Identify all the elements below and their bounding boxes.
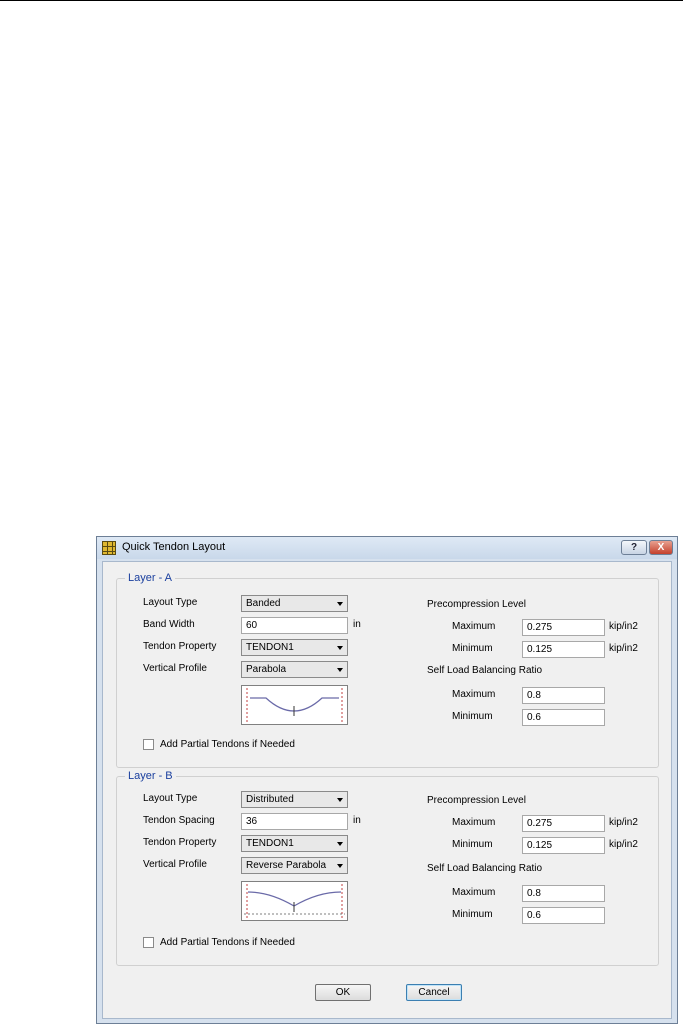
- layer-b-vertical-profile-value: Reverse Parabola: [246, 860, 327, 871]
- layer-b-self-min-label: Minimum: [452, 909, 493, 920]
- layer-a-self-load-label: Self Load Balancing Ratio: [427, 665, 543, 676]
- layer-a-self-max-label: Maximum: [452, 689, 496, 700]
- layer-a-band-width-unit: in: [353, 619, 361, 630]
- close-button[interactable]: X: [649, 540, 673, 555]
- layer-b-precompression-label: Precompression Level: [427, 795, 526, 806]
- layer-b-precomp-max-unit: kip/in2: [609, 817, 638, 828]
- layer-b-tendon-spacing-unit: in: [353, 815, 361, 826]
- help-button[interactable]: ?: [621, 540, 647, 555]
- layer-a-legend: Layer - A: [125, 572, 176, 584]
- layer-b-group: Layer - B Layout Type Distributed Tendon…: [116, 770, 659, 966]
- dialog-client-area: Layer - A Layout Type Banded Band Width …: [102, 561, 672, 1019]
- layer-b-self-min-input[interactable]: 0.6: [522, 907, 605, 924]
- layer-b-tendon-property-select[interactable]: TENDON1: [241, 835, 348, 852]
- layer-b-tendon-property-value: TENDON1: [246, 838, 294, 849]
- layer-b-self-load-label: Self Load Balancing Ratio: [427, 863, 543, 874]
- chevron-down-icon: [337, 864, 343, 868]
- layer-a-layout-type-select[interactable]: Banded: [241, 595, 348, 612]
- layer-a-vertical-profile-select[interactable]: Parabola: [241, 661, 348, 678]
- chevron-down-icon: [337, 646, 343, 650]
- layer-a-self-max-input[interactable]: 0.8: [522, 687, 605, 704]
- layer-b-layout-type-value: Distributed: [246, 794, 294, 805]
- layer-a-precomp-min-label: Minimum: [452, 643, 493, 654]
- layer-a-precomp-max-input[interactable]: 0.275: [522, 619, 605, 636]
- parabola-profile-icon: [246, 688, 343, 722]
- layer-a-group: Layer - A Layout Type Banded Band Width …: [116, 572, 659, 768]
- layer-a-partial-tendons-checkbox[interactable]: [143, 739, 154, 750]
- layer-b-precomp-min-input[interactable]: 0.125: [522, 837, 605, 854]
- layer-a-vertical-profile-label: Vertical Profile: [143, 663, 207, 674]
- layer-a-band-width-input[interactable]: 60: [241, 617, 348, 634]
- layer-a-tendon-property-label: Tendon Property: [143, 641, 217, 652]
- window-title: Quick Tendon Layout: [122, 541, 226, 553]
- layer-b-vertical-profile-select[interactable]: Reverse Parabola: [241, 857, 348, 874]
- layer-a-precomp-min-unit: kip/in2: [609, 643, 638, 654]
- layer-b-vertical-profile-label: Vertical Profile: [143, 859, 207, 870]
- page-top-rule: [0, 0, 683, 1]
- layer-a-tendon-property-value: TENDON1: [246, 642, 294, 653]
- quick-tendon-layout-dialog: Quick Tendon Layout ? X Layer - A Layout…: [96, 536, 678, 1024]
- layer-b-partial-tendons-checkbox[interactable]: [143, 937, 154, 948]
- layer-a-self-min-label: Minimum: [452, 711, 493, 722]
- layer-a-precomp-max-label: Maximum: [452, 621, 496, 632]
- cancel-button[interactable]: Cancel: [406, 984, 462, 1001]
- layer-b-precomp-min-unit: kip/in2: [609, 839, 638, 850]
- layer-b-tendon-spacing-label: Tendon Spacing: [143, 815, 215, 826]
- layer-b-layout-type-label: Layout Type: [143, 793, 198, 804]
- reverse-parabola-profile-icon: [244, 884, 345, 918]
- layer-b-precomp-max-input[interactable]: 0.275: [522, 815, 605, 832]
- layer-a-vertical-profile-value: Parabola: [246, 664, 287, 675]
- layer-b-legend: Layer - B: [125, 770, 176, 782]
- layer-b-partial-tendons-label: Add Partial Tendons if Needed: [160, 937, 295, 948]
- tendon-grid-icon: [102, 541, 116, 555]
- chevron-down-icon: [337, 668, 343, 672]
- layer-a-precompression-label: Precompression Level: [427, 599, 526, 610]
- layer-a-layout-type-label: Layout Type: [143, 597, 198, 608]
- chevron-down-icon: [337, 842, 343, 846]
- layer-a-precomp-max-unit: kip/in2: [609, 621, 638, 632]
- layer-b-self-max-input[interactable]: 0.8: [522, 885, 605, 902]
- layer-b-tendon-property-label: Tendon Property: [143, 837, 217, 848]
- chevron-down-icon: [337, 798, 343, 802]
- ok-button[interactable]: OK: [315, 984, 371, 1001]
- layer-b-self-max-label: Maximum: [452, 887, 496, 898]
- layer-b-precomp-max-label: Maximum: [452, 817, 496, 828]
- layer-a-layout-type-value: Banded: [246, 598, 281, 609]
- layer-a-profile-preview: [241, 685, 348, 725]
- title-bar[interactable]: Quick Tendon Layout ? X: [97, 537, 677, 559]
- layer-a-band-width-label: Band Width: [143, 619, 195, 630]
- layer-a-self-min-input[interactable]: 0.6: [522, 709, 605, 726]
- layer-a-partial-tendons-label: Add Partial Tendons if Needed: [160, 739, 295, 750]
- layer-b-profile-preview: [241, 881, 348, 921]
- chevron-down-icon: [337, 602, 343, 606]
- layer-a-precomp-min-input[interactable]: 0.125: [522, 641, 605, 658]
- layer-b-precomp-min-label: Minimum: [452, 839, 493, 850]
- layer-b-tendon-spacing-input[interactable]: 36: [241, 813, 348, 830]
- layer-b-layout-type-select[interactable]: Distributed: [241, 791, 348, 808]
- layer-a-tendon-property-select[interactable]: TENDON1: [241, 639, 348, 656]
